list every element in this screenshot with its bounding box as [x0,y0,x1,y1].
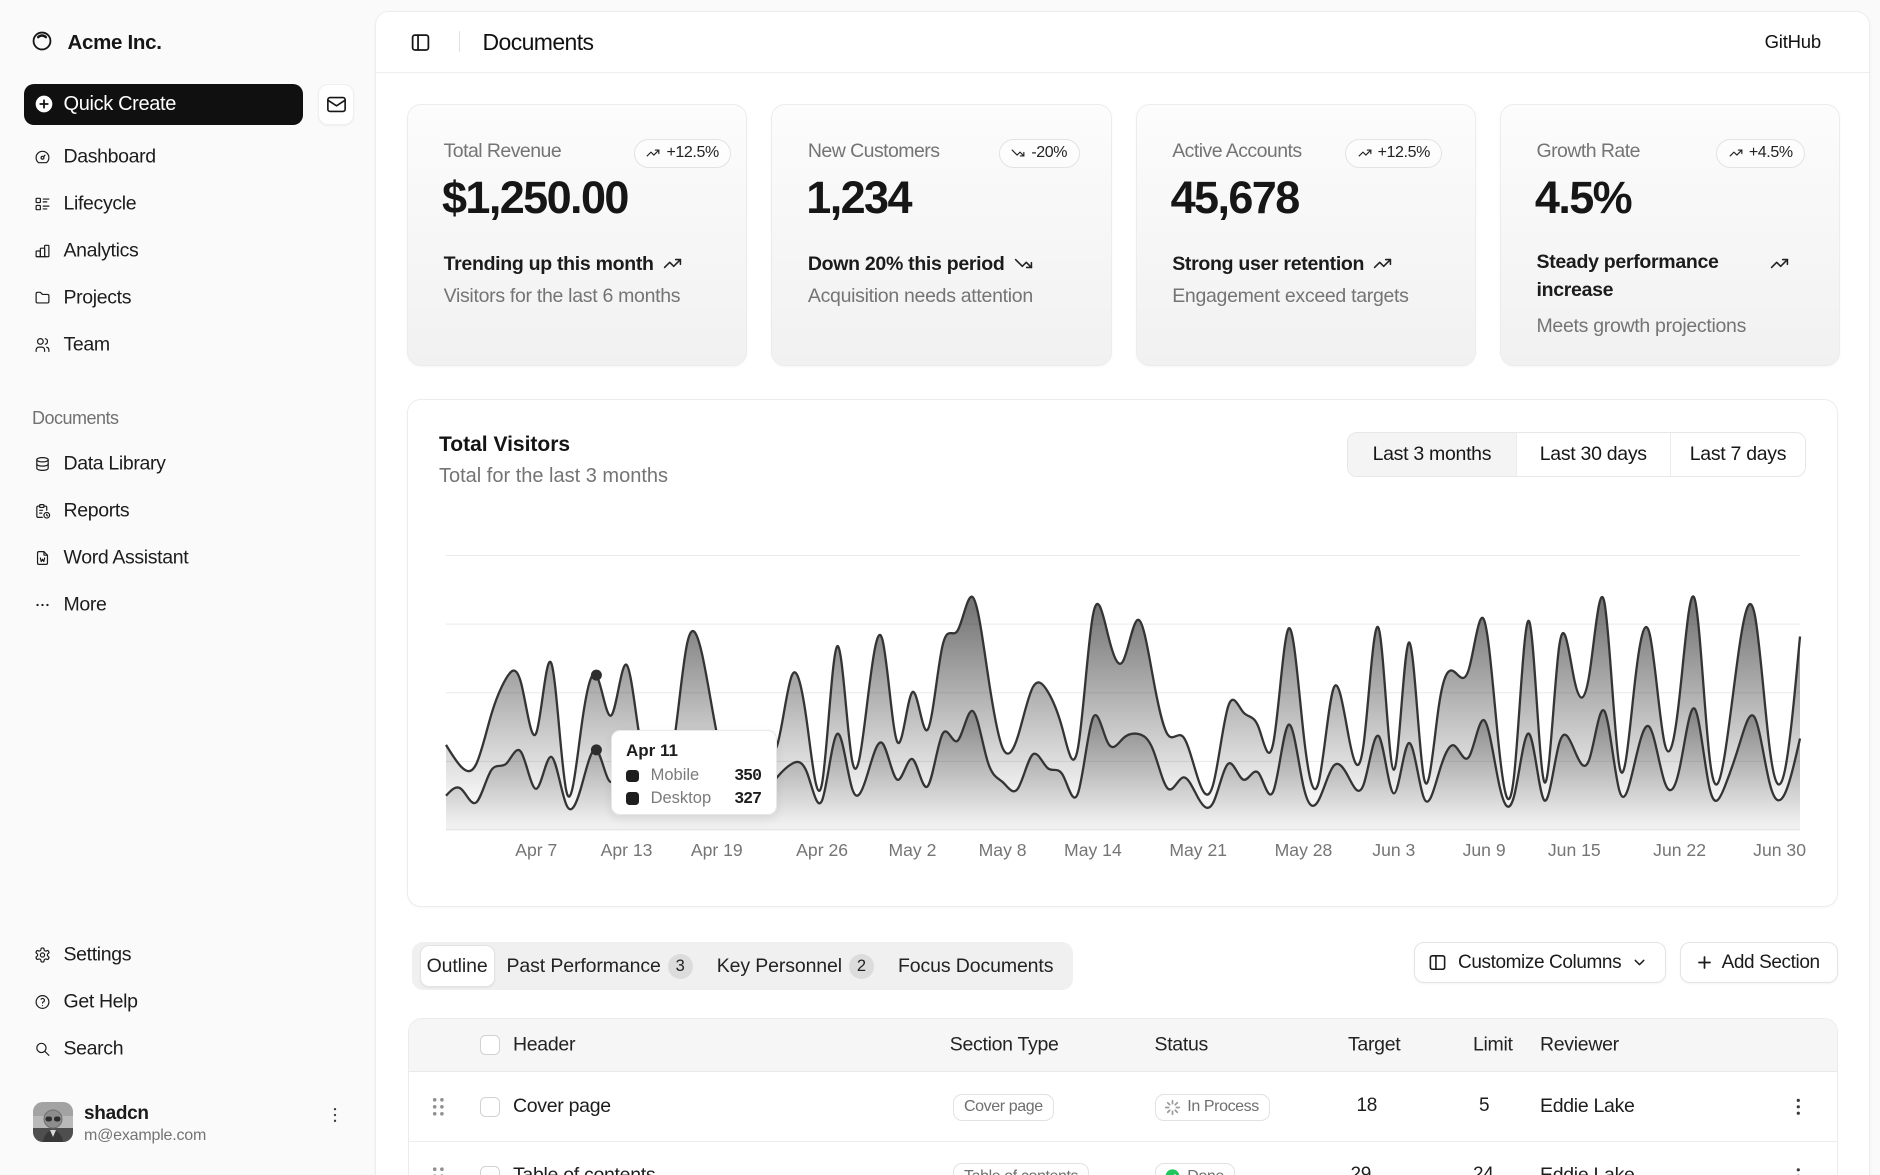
svg-text:Jun 9: Jun 9 [1463,840,1506,860]
svg-text:May 14: May 14 [1064,840,1122,860]
svg-text:Apr 26: Apr 26 [796,840,848,860]
svg-text:Jun 30: Jun 30 [1753,840,1806,860]
svg-text:May 21: May 21 [1169,840,1227,860]
svg-text:May 2: May 2 [888,840,936,860]
svg-text:Apr 13: Apr 13 [601,840,653,860]
svg-text:Apr 7: Apr 7 [515,840,557,860]
svg-text:Jun 22: Jun 22 [1653,840,1706,860]
svg-text:Jun 15: Jun 15 [1548,840,1601,860]
svg-text:Apr 19: Apr 19 [691,840,743,860]
svg-text:May 28: May 28 [1275,840,1333,860]
svg-text:Jun 3: Jun 3 [1372,840,1415,860]
svg-text:May 8: May 8 [979,840,1027,860]
